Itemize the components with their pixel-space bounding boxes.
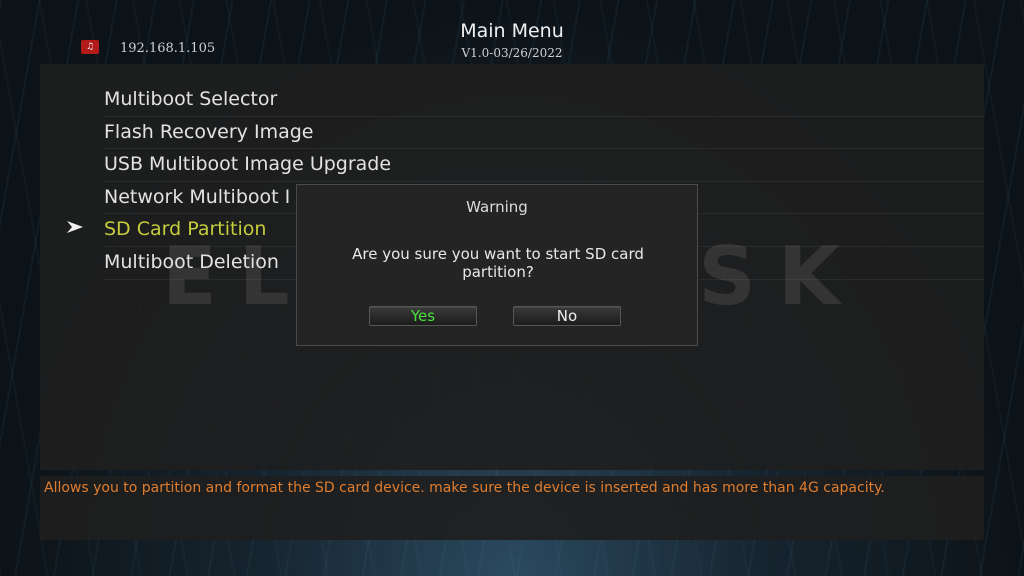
page-title: Main Menu — [460, 20, 564, 42]
yes-button[interactable]: Yes — [369, 306, 477, 326]
menu-item-usb-multiboot-image-upgrade[interactable]: USB Multiboot Image Upgrade — [104, 149, 984, 182]
menu-item-flash-recovery-image[interactable]: Flash Recovery Image — [104, 117, 984, 150]
help-panel: Allows you to partition and format the S… — [40, 476, 984, 540]
dialog-title: Warning — [466, 198, 528, 216]
warning-dialog: Warning Are you sure you want to start S… — [296, 184, 698, 346]
header-bar: ♫ 192.168.1.105 Main Menu V1.0-03/26/202… — [0, 0, 1024, 64]
help-text: Allows you to partition and format the S… — [44, 480, 885, 496]
version-label: V1.0-03/26/2022 — [461, 46, 563, 60]
dialog-message: Are you sure you want to start SD card p… — [352, 245, 644, 281]
no-button[interactable]: No — [513, 306, 621, 326]
menu-item-multiboot-selector[interactable]: Multiboot Selector — [104, 84, 984, 117]
